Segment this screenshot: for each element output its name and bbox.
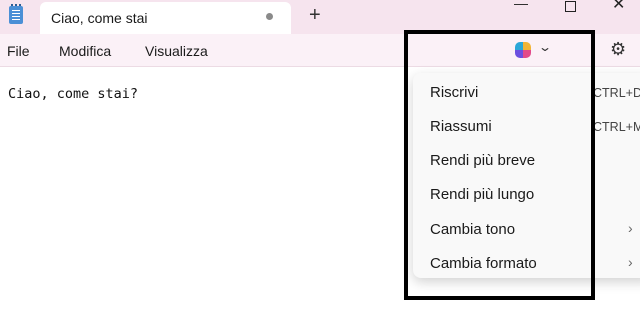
- new-tab-button[interactable]: +: [309, 5, 321, 25]
- unsaved-dot-icon[interactable]: [266, 13, 273, 20]
- shortcut-label: CTRL+M: [593, 120, 640, 134]
- notepad-icon: [9, 4, 23, 24]
- menu-edit[interactable]: Modifica: [59, 43, 111, 59]
- maximize-button[interactable]: [565, 1, 576, 12]
- chevron-right-icon: ›: [628, 220, 633, 236]
- tab-title: Ciao, come stai: [51, 10, 148, 26]
- editor-content[interactable]: Ciao, come stai?: [8, 86, 138, 102]
- shortcut-label: CTRL+D: [593, 86, 640, 100]
- minimize-button[interactable]: —: [514, 0, 528, 10]
- title-bar: Ciao, come stai + — ✕: [0, 0, 640, 34]
- highlight-box: [404, 30, 595, 300]
- close-button[interactable]: ✕: [612, 0, 625, 13]
- tab-document[interactable]: Ciao, come stai: [40, 2, 291, 34]
- menu-view[interactable]: Visualizza: [145, 43, 208, 59]
- menu-file[interactable]: File: [7, 43, 30, 59]
- chevron-right-icon: ›: [628, 254, 633, 270]
- gear-icon[interactable]: ⚙: [610, 39, 626, 60]
